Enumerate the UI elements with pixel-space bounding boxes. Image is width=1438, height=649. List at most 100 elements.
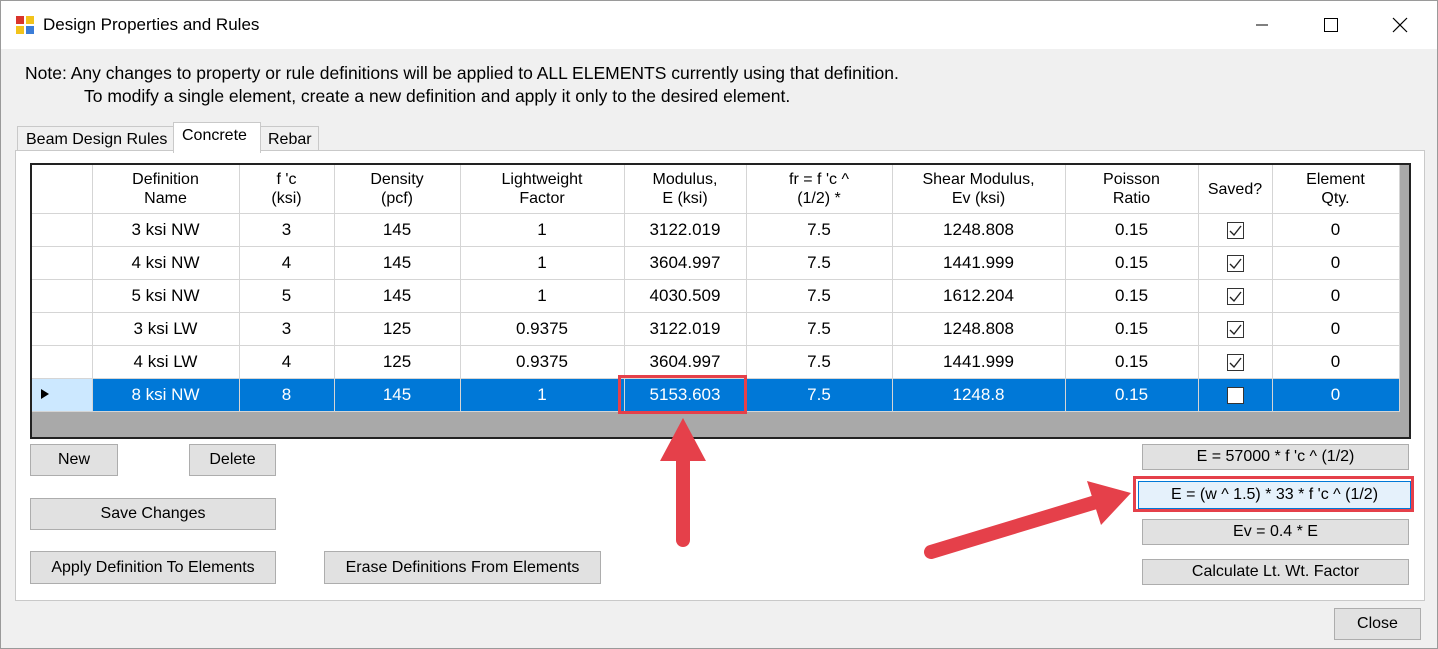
calculate-lw-factor-button[interactable]: Calculate Lt. Wt. Factor: [1142, 559, 1409, 585]
cell-modulus[interactable]: 3122.019: [624, 213, 747, 247]
cell-modulus[interactable]: 3604.997: [624, 246, 747, 280]
close-window-button[interactable]: [1377, 1, 1423, 49]
cell-saved[interactable]: [1198, 246, 1273, 280]
row-header[interactable]: [32, 246, 93, 280]
tab-concrete[interactable]: Concrete: [173, 122, 261, 153]
column-header-shear-modulus[interactable]: Shear Modulus, Ev (ksi): [892, 165, 1066, 214]
table-row[interactable]: 4 ksi NW 4 145 1 3604.997 7.5 1441.999 0.15 0: [32, 246, 1400, 280]
save-changes-button[interactable]: Save Changes: [30, 498, 276, 530]
close-button[interactable]: Close: [1334, 608, 1421, 640]
tab-beam-design-rules[interactable]: Beam Design Rules: [17, 126, 175, 152]
new-button[interactable]: New: [30, 444, 118, 476]
cell-definition-name[interactable]: 3 ksi LW: [92, 312, 240, 346]
cell-shear-modulus[interactable]: 1248.808: [892, 312, 1066, 346]
cell-poisson-ratio[interactable]: 0.15: [1065, 312, 1199, 346]
ev-formula-button[interactable]: Ev = 0.4 * E: [1142, 519, 1409, 545]
column-header-density[interactable]: Density (pcf): [334, 165, 461, 214]
table-row[interactable]: 5 ksi NW 5 145 1 4030.509 7.5 1612.204 0.15 0: [32, 279, 1400, 313]
column-header-modulus[interactable]: Modulus, E (ksi): [624, 165, 747, 214]
cell-definition-name[interactable]: 4 ksi LW: [92, 345, 240, 379]
column-header-element-qty[interactable]: Element Qty.: [1272, 165, 1400, 214]
cell-density[interactable]: 145: [334, 246, 461, 280]
cell-saved[interactable]: [1198, 312, 1273, 346]
e-57000-formula-button[interactable]: E = 57000 * f 'c ^ (1/2): [1142, 444, 1409, 470]
cell-modulus[interactable]: 3604.997: [624, 345, 747, 379]
cell-definition-name[interactable]: 3 ksi NW: [92, 213, 240, 247]
table-row[interactable]: 3 ksi LW 3 125 0.9375 3122.019 7.5 1248.808 0.1…: [32, 312, 1400, 346]
cell-density[interactable]: 145: [334, 378, 461, 412]
cell-poisson-ratio[interactable]: 0.15: [1065, 345, 1199, 379]
cell-definition-name[interactable]: 8 ksi NW: [92, 378, 240, 412]
cell-element-qty[interactable]: 0: [1272, 345, 1400, 379]
cell-shear-modulus[interactable]: 1248.8: [892, 378, 1066, 412]
cell-density[interactable]: 145: [334, 279, 461, 313]
cell-fc[interactable]: 4: [239, 246, 335, 280]
row-header[interactable]: [32, 378, 93, 412]
cell-shear-modulus[interactable]: 1441.999: [892, 246, 1066, 280]
cell-element-qty[interactable]: 0: [1272, 378, 1400, 412]
cell-density[interactable]: 125: [334, 312, 461, 346]
saved-checkbox[interactable]: [1226, 222, 1244, 240]
e-weight-formula-button[interactable]: E = (w ^ 1.5) * 33 * f 'c ^ (1/2): [1138, 481, 1411, 509]
row-header[interactable]: [32, 312, 93, 346]
saved-checkbox[interactable]: [1226, 288, 1244, 306]
column-header-lightweight-factor[interactable]: Lightweight Factor: [460, 165, 625, 214]
cell-shear-modulus[interactable]: 1612.204: [892, 279, 1066, 313]
column-header-definition-name[interactable]: Definition Name: [92, 165, 240, 214]
cell-lightweight-factor[interactable]: 0.9375: [460, 345, 625, 379]
column-header-fr[interactable]: fr = f 'c ^ (1/2) *: [746, 165, 893, 214]
cell-lightweight-factor[interactable]: 1: [460, 279, 625, 313]
cell-definition-name[interactable]: 4 ksi NW: [92, 246, 240, 280]
saved-checkbox[interactable]: [1226, 255, 1244, 273]
cell-element-qty[interactable]: 0: [1272, 213, 1400, 247]
cell-lightweight-factor[interactable]: 1: [460, 213, 625, 247]
saved-checkbox[interactable]: [1226, 354, 1244, 372]
cell-element-qty[interactable]: 0: [1272, 312, 1400, 346]
cell-fr[interactable]: 7.5: [746, 312, 893, 346]
column-header-saved[interactable]: Saved?: [1198, 165, 1273, 214]
cell-element-qty[interactable]: 0: [1272, 246, 1400, 280]
apply-definition-button[interactable]: Apply Definition To Elements: [30, 551, 276, 584]
cell-poisson-ratio[interactable]: 0.15: [1065, 378, 1199, 412]
column-header-poisson-ratio[interactable]: Poisson Ratio: [1065, 165, 1199, 214]
cell-lightweight-factor[interactable]: 0.9375: [460, 312, 625, 346]
cell-fr[interactable]: 7.5: [746, 378, 893, 412]
cell-saved[interactable]: [1198, 279, 1273, 313]
erase-definitions-button[interactable]: Erase Definitions From Elements: [324, 551, 601, 584]
table-row[interactable]: 4 ksi LW 4 125 0.9375 3604.997 7.5 1441.999 0.1…: [32, 345, 1400, 379]
table-row[interactable]: 3 ksi NW 3 145 1 3122.019 7.5 1248.808 0.15 0: [32, 213, 1400, 247]
cell-saved[interactable]: [1198, 345, 1273, 379]
cell-fc[interactable]: 3: [239, 213, 335, 247]
cell-fc[interactable]: 4: [239, 345, 335, 379]
cell-poisson-ratio[interactable]: 0.15: [1065, 213, 1199, 247]
cell-poisson-ratio[interactable]: 0.15: [1065, 279, 1199, 313]
table-row[interactable]: 8 ksi NW 8 145 1 5153.603 7.5 1248.8 0.15 0: [32, 378, 1400, 412]
cell-fc[interactable]: 8: [239, 378, 335, 412]
tab-rebar[interactable]: Rebar: [259, 126, 319, 152]
cell-shear-modulus[interactable]: 1248.808: [892, 213, 1066, 247]
saved-checkbox[interactable]: [1226, 321, 1244, 339]
cell-fr[interactable]: 7.5: [746, 279, 893, 313]
row-header[interactable]: [32, 279, 93, 313]
cell-fr[interactable]: 7.5: [746, 345, 893, 379]
cell-fr[interactable]: 7.5: [746, 246, 893, 280]
cell-saved[interactable]: [1198, 378, 1273, 412]
concrete-definitions-grid[interactable]: Definition Name f 'c (ksi) Density (pcf) Li…: [30, 163, 1411, 439]
cell-poisson-ratio[interactable]: 0.15: [1065, 246, 1199, 280]
cell-definition-name[interactable]: 5 ksi NW: [92, 279, 240, 313]
minimize-button[interactable]: [1239, 1, 1285, 49]
cell-lightweight-factor[interactable]: 1: [460, 378, 625, 412]
cell-lightweight-factor[interactable]: 1: [460, 246, 625, 280]
delete-button[interactable]: Delete: [189, 444, 276, 476]
cell-density[interactable]: 125: [334, 345, 461, 379]
column-header-fc[interactable]: f 'c (ksi): [239, 165, 335, 214]
cell-fc[interactable]: 3: [239, 312, 335, 346]
cell-saved[interactable]: [1198, 213, 1273, 247]
cell-density[interactable]: 145: [334, 213, 461, 247]
cell-fr[interactable]: 7.5: [746, 213, 893, 247]
maximize-button[interactable]: [1308, 1, 1354, 49]
cell-shear-modulus[interactable]: 1441.999: [892, 345, 1066, 379]
cell-modulus[interactable]: 3122.019: [624, 312, 747, 346]
row-header[interactable]: [32, 213, 93, 247]
row-header[interactable]: [32, 345, 93, 379]
